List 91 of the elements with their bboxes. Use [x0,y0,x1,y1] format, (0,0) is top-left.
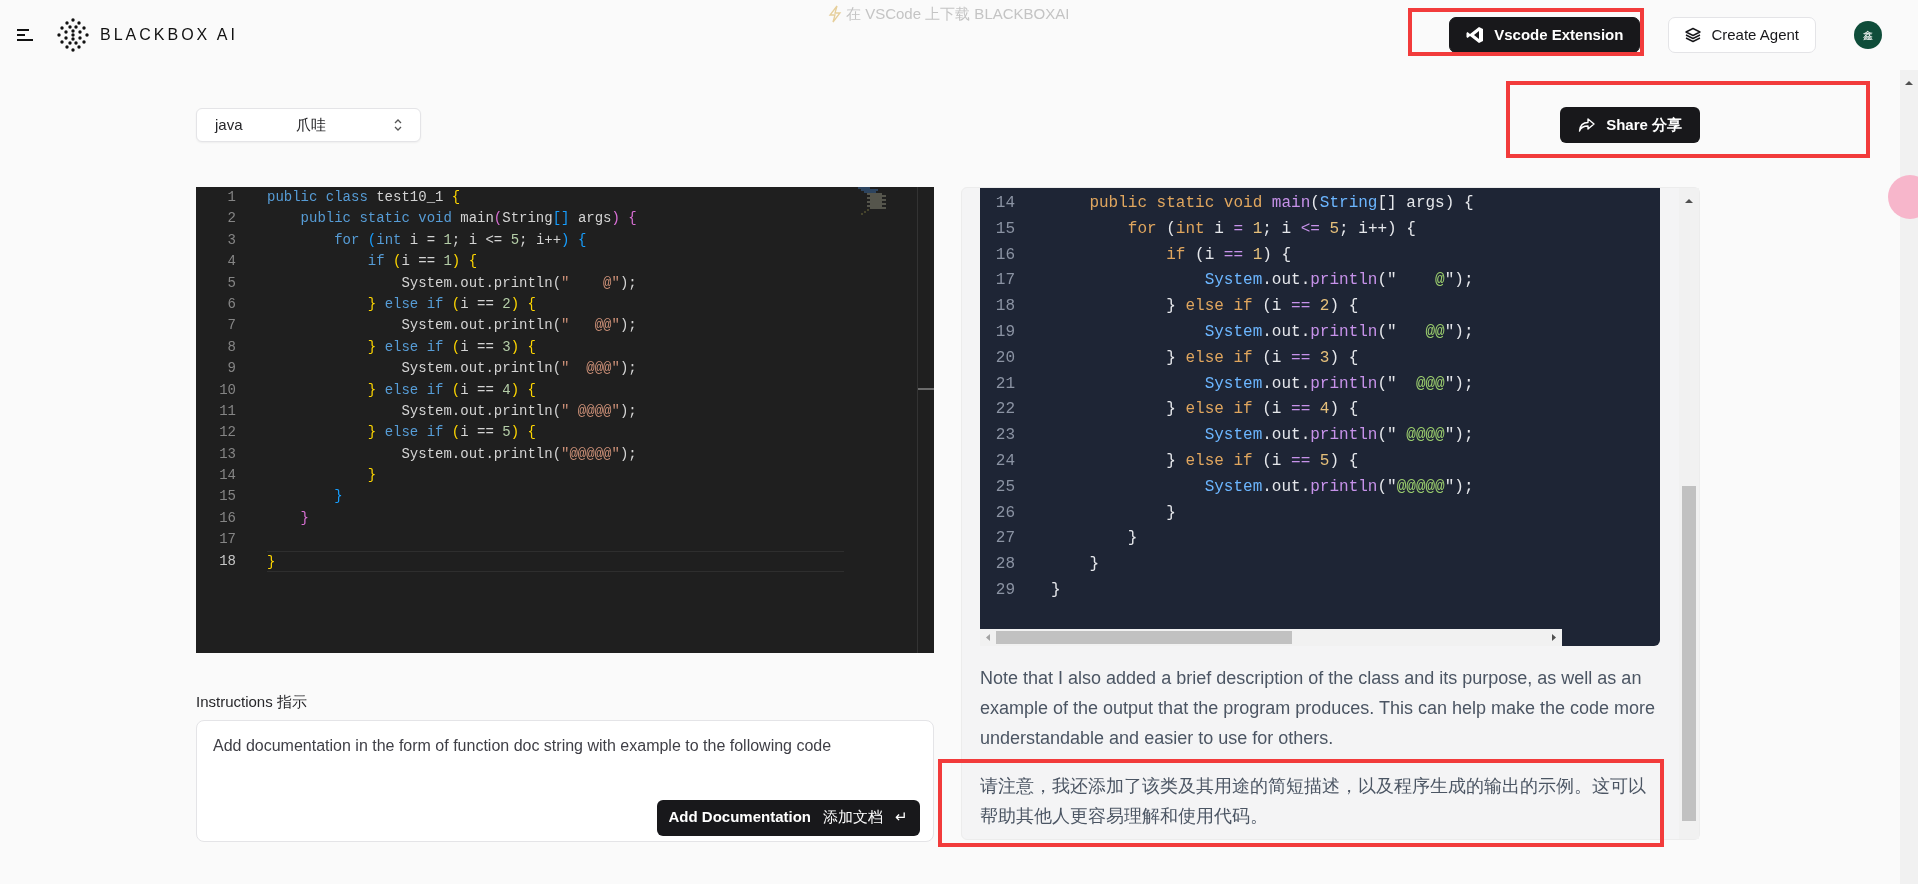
code-line: System.out.println(" @@@@"); [1203,425,1474,447]
code-line: } else if (i == 4) { [1165,399,1359,421]
language-select[interactable]: java 爪哇 [196,108,421,142]
code-line: if (i == 1) { [366,252,478,272]
line-number: 16 [994,244,1015,266]
code-line: } [333,487,343,507]
code-line: } else if (i == 2) { [366,294,536,314]
line-number: 23 [994,425,1015,447]
line-number: 28 [994,554,1015,576]
code-editor-icon [1466,26,1485,44]
line-number: 7 [226,316,236,336]
code-line: } [299,508,309,528]
line-number: 24 [994,450,1015,472]
code-line: public class test10_1 { [267,188,461,207]
code-line: for (int i = 1; i <= 5; i++) { [1126,218,1416,240]
code-line: } [366,466,377,486]
user-avatar[interactable]: 鑫 [1854,21,1882,49]
line-number: 14 [218,466,236,486]
line-number: 18 [994,296,1015,318]
line-number: 10 [218,380,236,400]
code-line: } else if (i == 5) { [1165,450,1359,472]
page-scrollbar[interactable] [1900,70,1918,884]
code-line: System.out.println("@@@@@"); [400,444,637,464]
line-number: 18 [218,551,236,571]
code-line: if (i == 1) { [1165,244,1292,266]
logo-icon [56,18,90,52]
line-number: 5 [226,273,236,293]
code-line: } else if (i == 5) { [366,423,536,443]
scrollbar-thumb[interactable] [996,631,1292,644]
line-number: 2 [226,209,236,229]
add-documentation-button[interactable]: Add Documentation 添加文档 ↵ [656,799,920,836]
line-number: 19 [994,322,1015,343]
line-number: 17 [994,270,1015,292]
code-line: System.out.println(" @@"); [1203,322,1474,343]
line-number: 1 [226,188,236,207]
code-line: System.out.println(" @@"); [400,316,637,336]
extension-button[interactable]: Vscode Extension [1449,17,1641,53]
code-line: } [267,550,844,573]
chevron-updown-icon [393,118,403,132]
code-line: } [1126,528,1138,550]
line-number: 9 [226,359,236,379]
code-line: System.out.println(" @"); [400,273,637,293]
code-line: } else if (i == 3) { [366,337,536,357]
vertical-scrollbar[interactable] [1679,188,1699,839]
line-number: 14 [994,193,1015,214]
line-number: 11 [218,401,236,421]
line-number: 21 [994,373,1015,395]
line-number: 27 [994,528,1015,550]
line-number: 16 [218,508,236,528]
code-line: public static void main(String[] args) { [299,209,637,229]
code-line: } else if (i == 3) { [1165,347,1359,369]
line-number: 15 [218,487,236,507]
line-number: 29 [994,579,1015,601]
menu-icon[interactable] [16,28,34,42]
line-number: 13 [218,444,236,464]
layers-icon [1685,27,1702,43]
line-number: 3 [226,230,236,250]
line-number: 25 [994,476,1015,498]
line-number: 17 [218,530,236,550]
line-number: 12 [218,423,236,443]
code-line: } else if (i == 2) { [1165,296,1359,318]
line-number: 20 [994,347,1015,369]
code-line: System.out.println(" @@@@"); [400,401,637,421]
code-line: System.out.println("@@@@@"); [1203,476,1474,498]
code-line: System.out.println(" @@@"); [1203,373,1474,395]
code-editor[interactable] [196,187,934,653]
code-line: public static void main(String[] args) { [1088,193,1474,214]
scroll-marker [918,388,934,390]
share-arrow-icon [1578,117,1597,133]
lightning-icon [828,5,842,24]
explanation-text: 请注意，我还添加了该类及其用途的简短描述，以及程序生成的输出的示例。这可以帮助其他人更容易理解和使用代码。 [980,775,1647,828]
code-line: } [1088,554,1099,576]
code-line: System.out.println(" @"); [1203,270,1474,292]
code-line: } else if (i == 4) { [366,380,536,400]
line-number: 8 [226,337,236,357]
scrollbar-thumb[interactable] [1682,486,1696,821]
share-button[interactable]: Share 分享 [1560,107,1700,143]
code-line: } [1051,579,1061,601]
line-number: 22 [994,399,1015,421]
brand-name: BLACKBOX AI [100,25,238,45]
instructions-label: Instructions 指示 [196,692,308,712]
explanation-text: Note that I also added a brief description of the class and its purpose, as well as an example of the output that the program produces. This can help make the code more understandable and easier to use for others. [980,667,1657,750]
line-number: 6 [226,294,236,314]
code-line: System.out.println(" @@@"); [400,359,637,379]
code-line: for (int i = 1; i <= 5; i++) { [333,230,587,250]
line-number: 15 [994,218,1015,240]
create-agent-button[interactable]: Create Agent [1668,17,1816,53]
line-number: 26 [994,502,1015,524]
horizontal-scrollbar[interactable] [980,629,1562,646]
code-line: } [1165,502,1176,524]
line-number: 4 [226,252,236,272]
